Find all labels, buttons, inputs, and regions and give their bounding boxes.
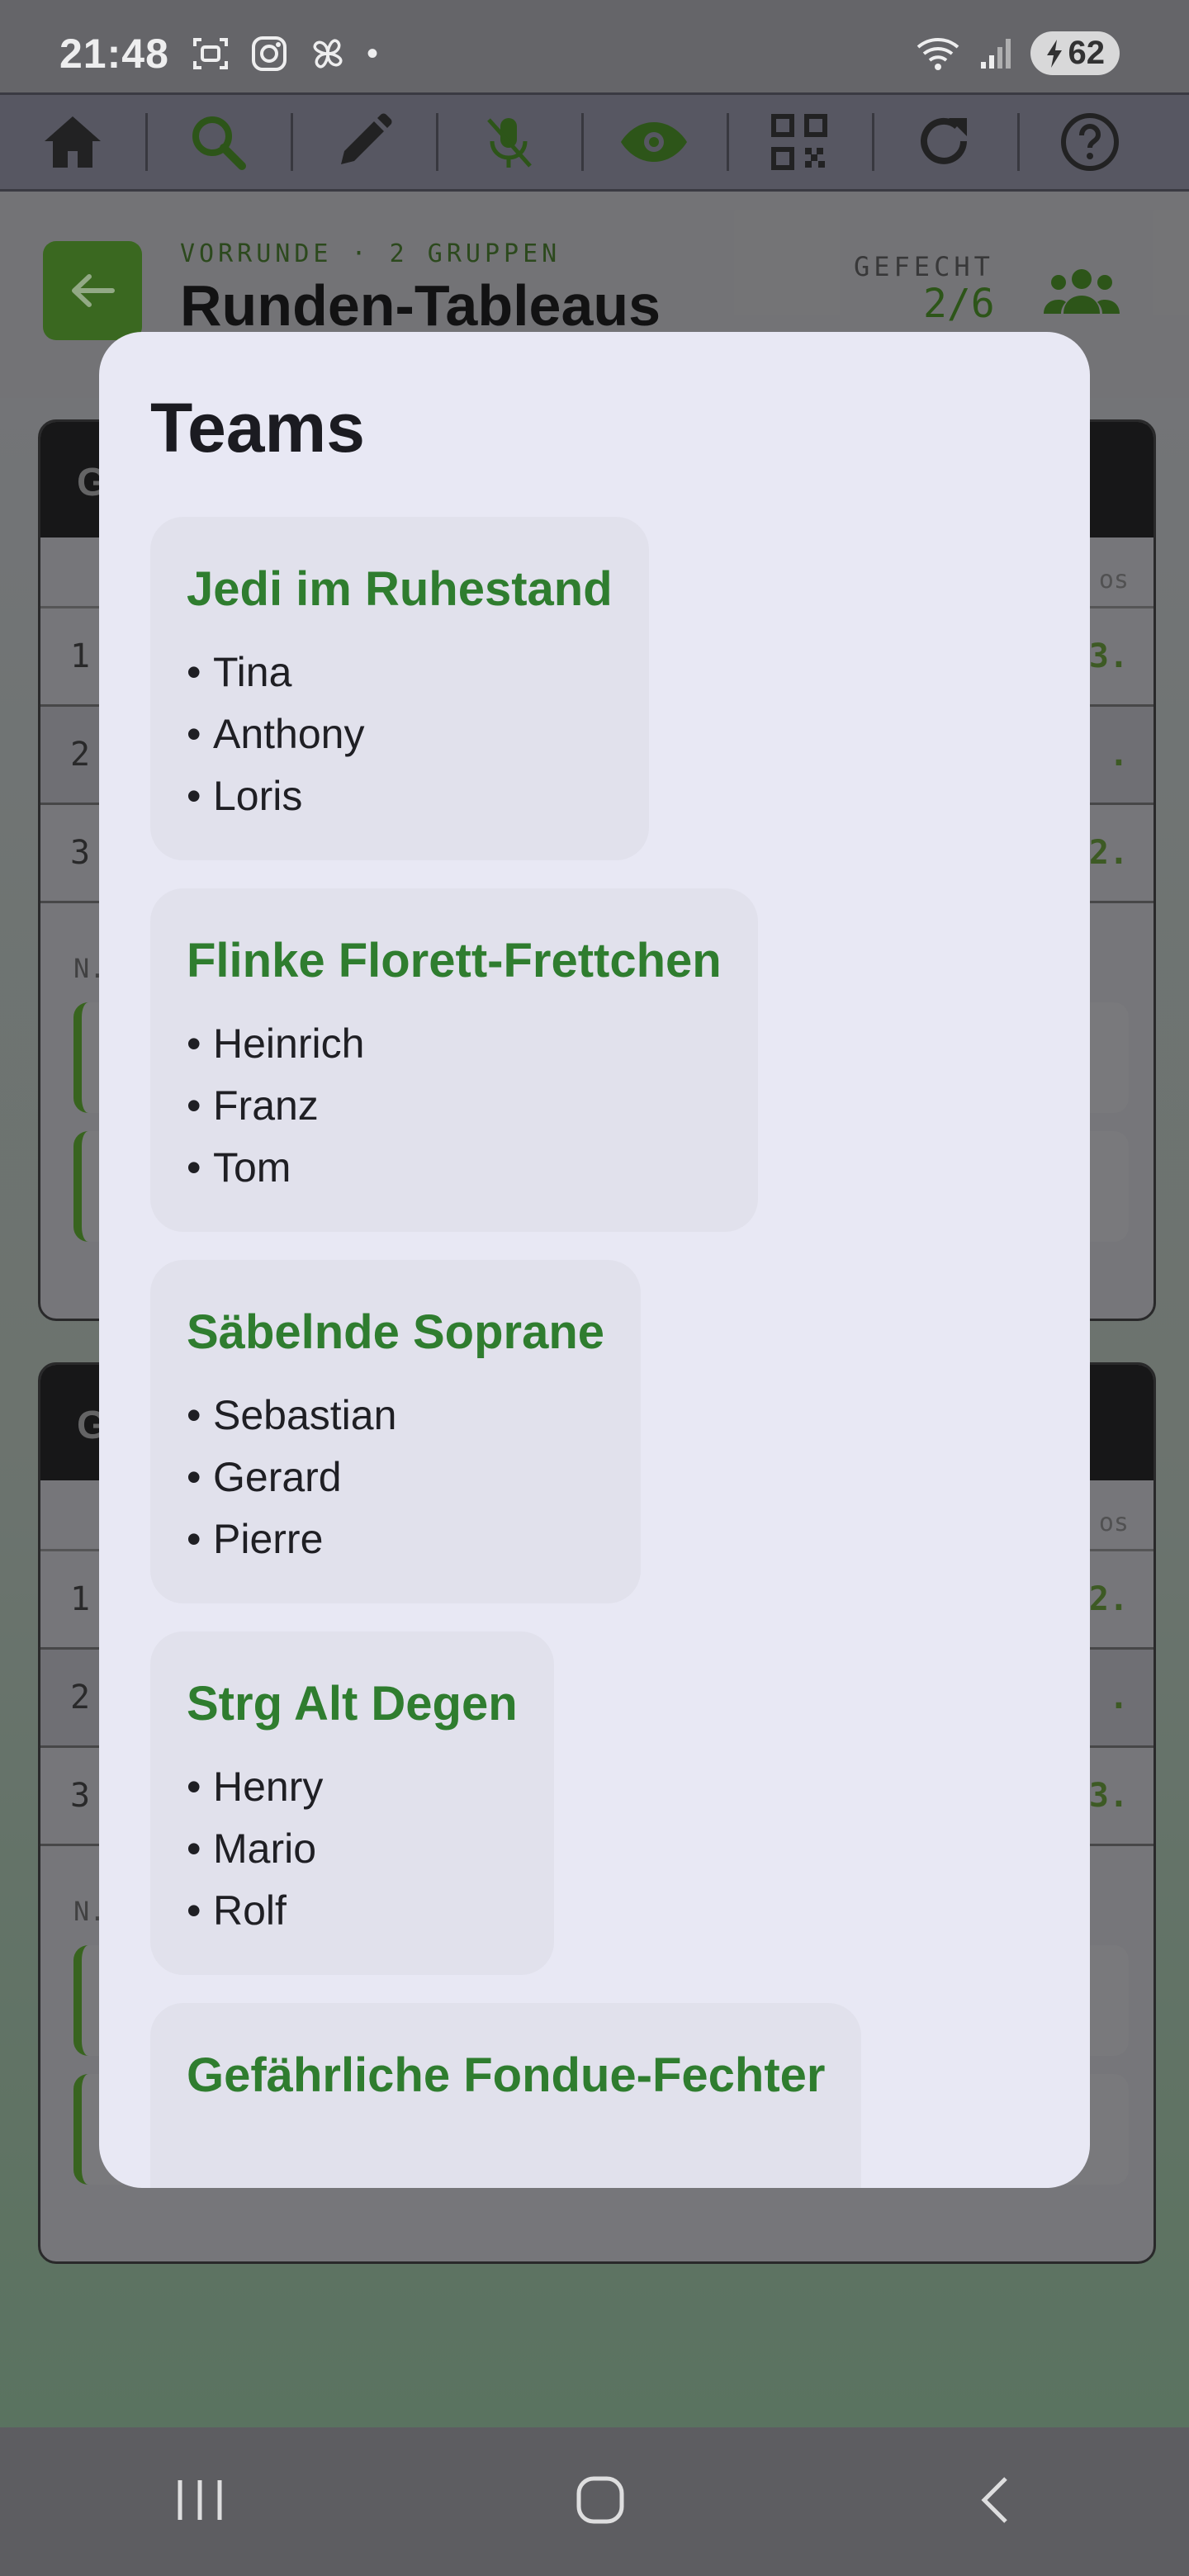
team-member: • Tina: [187, 642, 613, 703]
team-member: • Heinrich: [187, 1013, 722, 1075]
bullet: •: [187, 1887, 201, 1934]
bullet: •: [187, 1392, 201, 1438]
team-card: Säbelnde Soprane • Sebastian • Gerard • Pie…: [150, 1260, 642, 1603]
team-member: • Sebastian: [187, 1385, 604, 1447]
team-name: Flinke Florett-Frettchen: [187, 934, 722, 987]
bullet: •: [187, 1454, 201, 1500]
team-card: Jedi im Ruhestand • Tina • Anthony • Loris: [150, 517, 649, 860]
bullet: •: [187, 649, 201, 695]
bullet: •: [187, 1020, 201, 1067]
member-name: Anthony: [213, 711, 365, 757]
bullet: •: [187, 773, 201, 819]
team-card: Flinke Florett-Frettchen • Heinrich • Fran…: [150, 888, 758, 1232]
member-name: Sebastian: [213, 1392, 397, 1438]
team-member: • Mario: [187, 1818, 518, 1880]
team-name: Säbelnde Soprane: [187, 1305, 605, 1359]
team-member: • Tom: [187, 1137, 722, 1199]
team-card: Gefährliche Fondue-Fechter: [150, 2003, 862, 2188]
team-member: • Pierre: [187, 1508, 604, 1570]
team-card: Strg Alt Degen • Henry • Mario • Rolf: [150, 1631, 554, 1975]
member-name: Heinrich: [213, 1020, 365, 1067]
team-name: Jedi im Ruhestand: [187, 562, 613, 616]
teams-dialog: Teams Jedi im Ruhestand • Tina • Anthony •…: [99, 332, 1090, 2188]
dialog-title: Teams: [150, 389, 365, 466]
member-name: Pierre: [213, 1516, 324, 1562]
member-name: Rolf: [213, 1887, 287, 1934]
member-name: Henry: [213, 1764, 324, 1810]
bullet: •: [187, 1764, 201, 1810]
team-name: Gefährliche Fondue-Fechter: [187, 2048, 826, 2102]
team-member: • Anthony: [187, 703, 613, 765]
member-name: Tom: [213, 1144, 291, 1191]
member-name: Gerard: [213, 1454, 342, 1500]
team-member: • Franz: [187, 1075, 722, 1137]
member-name: Tina: [213, 649, 292, 695]
bullet: •: [187, 1082, 201, 1129]
bullet: •: [187, 1825, 201, 1872]
bullet: •: [187, 1144, 201, 1191]
team-name: Strg Alt Degen: [187, 1677, 518, 1731]
team-member: • Rolf: [187, 1880, 518, 1942]
team-member: • Loris: [187, 765, 613, 827]
member-name: Franz: [213, 1082, 319, 1129]
bullet: •: [187, 1516, 201, 1562]
team-member: • Gerard: [187, 1447, 604, 1508]
bullet: •: [187, 711, 201, 757]
member-name: Loris: [213, 773, 303, 819]
team-member: • Henry: [187, 1756, 518, 1818]
member-name: Mario: [213, 1825, 317, 1872]
